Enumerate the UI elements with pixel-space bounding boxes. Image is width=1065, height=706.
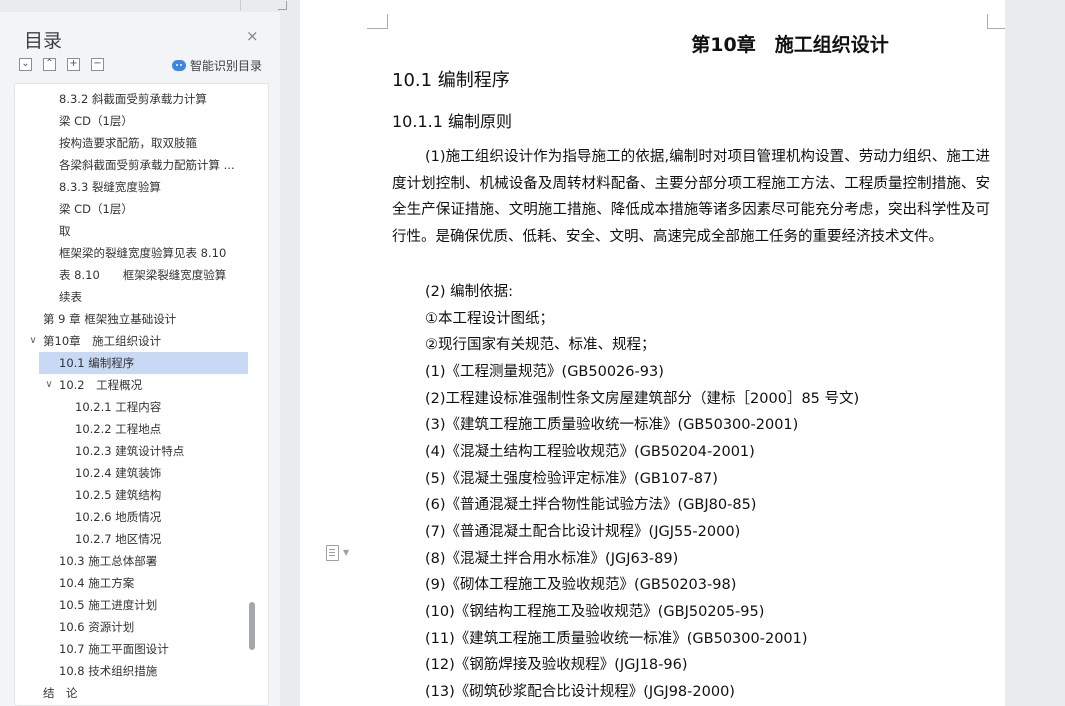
toc-item[interactable]: 10.2.2 工程地点 xyxy=(75,418,161,440)
toc-item[interactable]: 第 9 章 框架独立基础设计 xyxy=(43,308,176,330)
reference-line: (2)工程建设标准强制性条文房屋建筑部分（建标［2000］85 号文) xyxy=(425,391,860,407)
toc-item[interactable]: 8.3.2 斜截面受剪承载力计算 xyxy=(59,88,207,110)
toc-item-label: 10.2 工程概况 xyxy=(59,378,143,392)
reference-line: (3)《建筑工程施工质量验收统一标准》(GB50300-2001) xyxy=(425,417,799,433)
toc-item[interactable]: 续表 xyxy=(59,286,82,308)
smart-toc-icon xyxy=(172,60,186,71)
toc-item-label: 第10章 施工组织设计 xyxy=(43,334,162,348)
smart-toc-label: 智能识别目录 xyxy=(190,59,263,73)
toc-item[interactable]: 10.2.4 建筑装饰 xyxy=(75,462,161,484)
reference-line: (4)《混凝土结构工程验收规范》(GB50204-2001) xyxy=(425,444,755,460)
section-title: 10.1 编制程序 xyxy=(392,70,510,91)
toc-item[interactable]: 结 论 xyxy=(43,682,78,704)
toc-item[interactable]: 10.4 施工方案 xyxy=(59,572,134,594)
toc-item[interactable]: 10.2.1 工程内容 xyxy=(75,396,161,418)
reference-line: (9)《砌体工程施工及验收规范》(GB50203-98) xyxy=(425,577,737,593)
toc-item[interactable]: 各梁斜截面受剪承载力配筋计算 ... xyxy=(59,154,235,176)
reference-line: (1)《工程测量规范》(GB50026-93) xyxy=(425,364,664,380)
chevron-down-icon[interactable]: ∨ xyxy=(27,330,39,352)
reference-line: (11)《建筑工程施工质量验收统一标准》(GB50300-2001) xyxy=(425,631,808,647)
toc-item[interactable]: 取 xyxy=(59,220,71,242)
add-icon[interactable]: + xyxy=(67,58,80,71)
reference-line: (7)《普通混凝土配合比设计规程》(JGJ55-2000) xyxy=(425,524,741,540)
remove-icon[interactable]: − xyxy=(91,58,104,71)
toc-item[interactable]: 框架梁的裂缝宽度验算见表 8.10 xyxy=(59,242,226,264)
document-icon[interactable] xyxy=(326,545,339,561)
close-icon[interactable]: × xyxy=(246,28,259,44)
body-paragraph: (1)施工组织设计作为指导施工的依据,编制时对项目管理机构设置、劳动力组织、施工… xyxy=(392,149,990,245)
subsection-title: 10.1.1 编制原则 xyxy=(392,112,512,131)
expand-all-icon[interactable]: ⌃ xyxy=(43,58,56,71)
page-crop-mark xyxy=(367,14,388,29)
chevron-down-icon[interactable]: ∨ xyxy=(43,374,55,396)
toc-item[interactable]: 10.2.5 建筑结构 xyxy=(75,484,161,506)
body-line: ②现行国家有关规范、标准、规程； xyxy=(425,337,656,353)
chapter-title: 第10章 施工组织设计 xyxy=(691,34,889,56)
body-line: (2) 编制依据: xyxy=(425,284,514,300)
toc-item[interactable]: 10.8 技术组织措施 xyxy=(59,660,157,682)
smart-toc-button[interactable]: 智能识别目录 xyxy=(172,57,262,74)
toc-item[interactable]: 梁 CD（1层） xyxy=(59,110,133,132)
reference-line: (10)《钢结构工程施工及验收规范》(GBJ50205-95) xyxy=(425,604,765,620)
toc-item[interactable]: 10.3 施工总体部署 xyxy=(59,550,157,572)
workspace-margin xyxy=(1005,0,1065,706)
toc-item[interactable]: 10.7 施工平面图设计 xyxy=(59,638,169,660)
toc-item[interactable]: 10.2.7 地区情况 xyxy=(75,528,161,550)
reference-line: (8)《混凝土拌合用水标准》(JGJ63-89) xyxy=(425,551,679,567)
reference-line: (6)《普通混凝土拌合物性能试验方法》(GBJ80-85) xyxy=(425,497,757,513)
body-line: ①本工程设计图纸； xyxy=(425,311,554,327)
toc-item[interactable]: 10.2.3 建筑设计特点 xyxy=(75,440,184,462)
toc-list: 8.3.2 斜截面受剪承载力计算 梁 CD（1层） 按构造要求配筋，取双肢箍 各… xyxy=(14,83,269,706)
toc-item[interactable]: 按构造要求配筋，取双肢箍 xyxy=(59,132,197,154)
toc-item-selected[interactable]: 10.1 编制程序 xyxy=(39,352,248,374)
toc-item[interactable]: 10.6 资源计划 xyxy=(59,616,134,638)
ruler-tick xyxy=(240,0,241,11)
ruler-corner-mark xyxy=(278,1,287,10)
reference-line: (12)《钢筋焊接及验收规程》(JGJ18-96) xyxy=(425,657,688,673)
toc-item-chapter10[interactable]: ∨ 第10章 施工组织设计 xyxy=(29,330,162,352)
toc-item[interactable]: 10.5 施工进度计划 xyxy=(59,594,157,616)
reference-line: (13)《砌筑砂浆配合比设计规程》(JGJ98-2000) xyxy=(425,684,735,700)
toc-item[interactable]: 表 8.10 框架梁裂缝宽度验算 xyxy=(59,264,226,286)
toc-item-10-2[interactable]: ∨ 10.2 工程概况 xyxy=(45,374,143,396)
collapse-all-icon[interactable]: ⌄ xyxy=(19,58,32,71)
toc-sidebar: 目录 × ⌄ ⌃ + − 智能识别目录 8.3.2 斜截面受剪承载力计算 梁 C… xyxy=(0,12,280,706)
reference-line: (5)《混凝土强度检验评定标准》(GB107-87) xyxy=(425,471,718,487)
toc-item[interactable]: 10.2.6 地质情况 xyxy=(75,506,161,528)
sidebar-scrollbar-thumb[interactable] xyxy=(249,602,255,650)
toc-item[interactable]: 8.3.3 裂缝宽度验算 xyxy=(59,176,161,198)
toc-item[interactable]: 梁 CD（1层） xyxy=(59,198,133,220)
sidebar-title: 目录 xyxy=(24,30,63,52)
chevron-down-icon[interactable]: ▼ xyxy=(343,548,349,557)
